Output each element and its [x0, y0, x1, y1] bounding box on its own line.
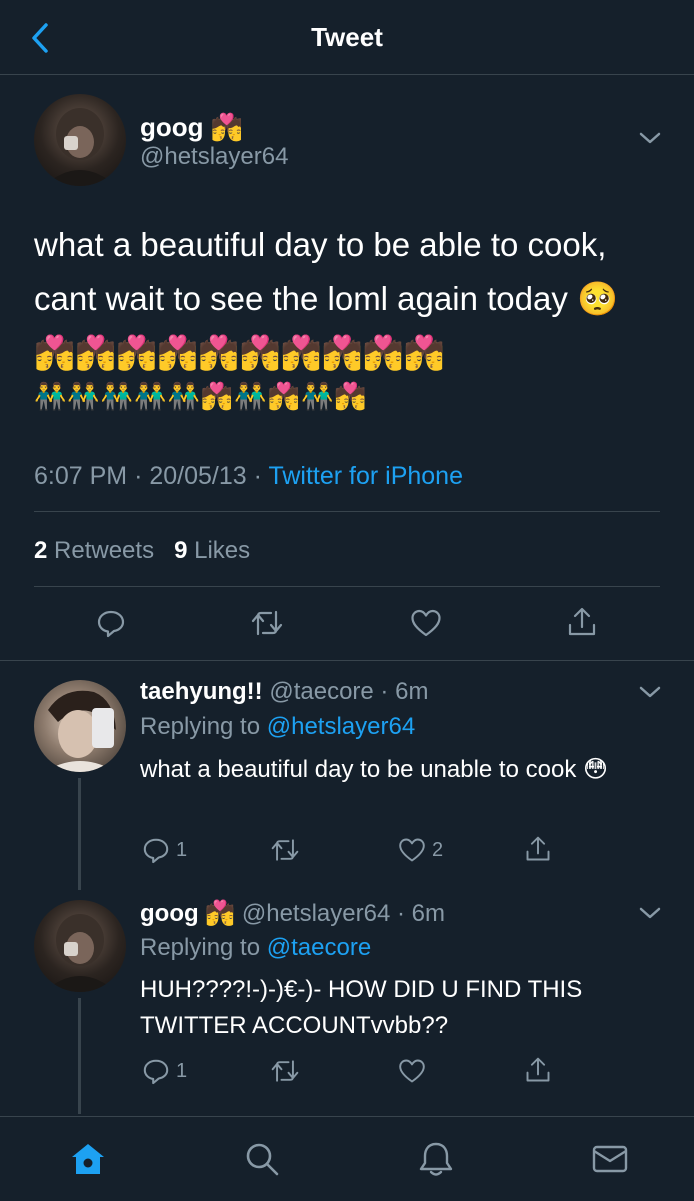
tweet-emoji-line: 👬👬👬👬👬💏👬💏👬💏: [34, 381, 368, 411]
author-handle[interactable]: @hetslayer64: [140, 143, 288, 171]
replying-to: Replying to @taecore: [140, 934, 371, 962]
home-icon: [72, 1144, 104, 1174]
share-icon: [526, 836, 550, 861]
bottom-tab-bar: [0, 1116, 694, 1201]
retweets-label[interactable]: Retweets: [54, 537, 154, 564]
retweets-count[interactable]: 2: [34, 537, 47, 564]
thread-line: [78, 998, 81, 1114]
page-title: Tweet: [311, 22, 383, 52]
share-icon: [568, 607, 596, 636]
reply-icon: [143, 1059, 169, 1085]
top-bar: Tweet: [0, 0, 694, 75]
retweet-icon: [271, 839, 299, 861]
likes-label[interactable]: Likes: [194, 537, 250, 564]
share-icon: [526, 1057, 550, 1082]
reply-icon: [143, 838, 169, 864]
like-button[interactable]: [410, 608, 442, 638]
retweet-button[interactable]: [270, 1057, 300, 1085]
divider: [0, 660, 694, 661]
likes-count[interactable]: 9: [174, 537, 187, 564]
replying-to-mention[interactable]: @taecore: [267, 934, 371, 961]
divider: [34, 586, 660, 587]
share-button[interactable]: [524, 834, 552, 864]
replying-to: Replying to @hetslayer64: [140, 713, 415, 741]
like-icon: [399, 838, 425, 862]
thread-line: [78, 778, 81, 890]
tweet-source[interactable]: Twitter for iPhone: [268, 462, 463, 490]
reply-author-display-name[interactable]: goog 💏: [140, 900, 235, 927]
reply-icon: [97, 610, 125, 638]
reply-time: 6m: [411, 900, 445, 927]
tweet-text: what a beautiful day to be able to cook,…: [34, 226, 619, 371]
avatar[interactable]: [34, 94, 126, 186]
reply-author-name[interactable]: goog 💏 @hetslayer64 · 6m: [140, 899, 445, 928]
reply-time: 6m: [395, 678, 429, 705]
like-icon: [411, 609, 441, 637]
notifications-icon: [419, 1142, 453, 1176]
messages-icon: [592, 1145, 628, 1173]
home-tab[interactable]: [68, 1139, 108, 1179]
retweet-icon: [251, 610, 283, 636]
chevron-down-icon[interactable]: [638, 684, 662, 705]
search-tab[interactable]: [242, 1139, 282, 1179]
like-button[interactable]: 2: [398, 836, 443, 864]
like-icon: [399, 1059, 425, 1083]
reply-author-name[interactable]: taehyung!! @taecore · 6m: [140, 678, 428, 706]
reply-button[interactable]: 1: [142, 1057, 187, 1085]
replying-to-label: Replying to: [140, 713, 261, 740]
retweet-button[interactable]: [250, 608, 284, 638]
chevron-down-icon[interactable]: [638, 130, 662, 151]
reply-text: what a beautiful day to be unable to coo…: [140, 756, 608, 783]
tweet-date: 20/05/13: [149, 462, 247, 490]
reply-count: 1: [176, 1059, 188, 1082]
tweet-meta: 6:07 PM · 20/05/13 · Twitter for iPhone: [34, 462, 463, 490]
like-count: 2: [432, 838, 444, 861]
avatar[interactable]: [34, 680, 126, 772]
replying-to-label: Replying to: [140, 934, 261, 961]
reply-text: HUH????!-)-)€-)- HOW DID U FIND THIS TWI…: [140, 976, 583, 1039]
chevron-down-icon[interactable]: [638, 905, 662, 926]
reply-author-handle[interactable]: @taecore: [269, 678, 373, 705]
like-button[interactable]: [398, 1057, 432, 1085]
reply-button[interactable]: 1: [142, 836, 187, 864]
search-icon: [246, 1143, 279, 1176]
replying-to-mention[interactable]: @hetslayer64: [267, 713, 415, 740]
notifications-tab[interactable]: [416, 1139, 456, 1179]
reply-button[interactable]: [96, 608, 126, 638]
share-button[interactable]: [566, 606, 598, 638]
author-name[interactable]: goog 💏: [140, 112, 243, 143]
reply-author-handle[interactable]: @hetslayer64: [242, 900, 390, 927]
retweet-icon: [271, 1060, 299, 1082]
share-button[interactable]: [524, 1055, 552, 1085]
reply-author-display-name[interactable]: taehyung!!: [140, 678, 263, 705]
avatar[interactable]: [34, 900, 126, 992]
retweet-button[interactable]: [270, 836, 300, 864]
messages-tab[interactable]: [590, 1139, 630, 1179]
tweet-stats: 2 Retweets 9 Likes: [34, 537, 250, 565]
reply-count: 1: [176, 838, 188, 861]
divider: [34, 511, 660, 512]
tweet-time: 6:07 PM: [34, 462, 128, 490]
